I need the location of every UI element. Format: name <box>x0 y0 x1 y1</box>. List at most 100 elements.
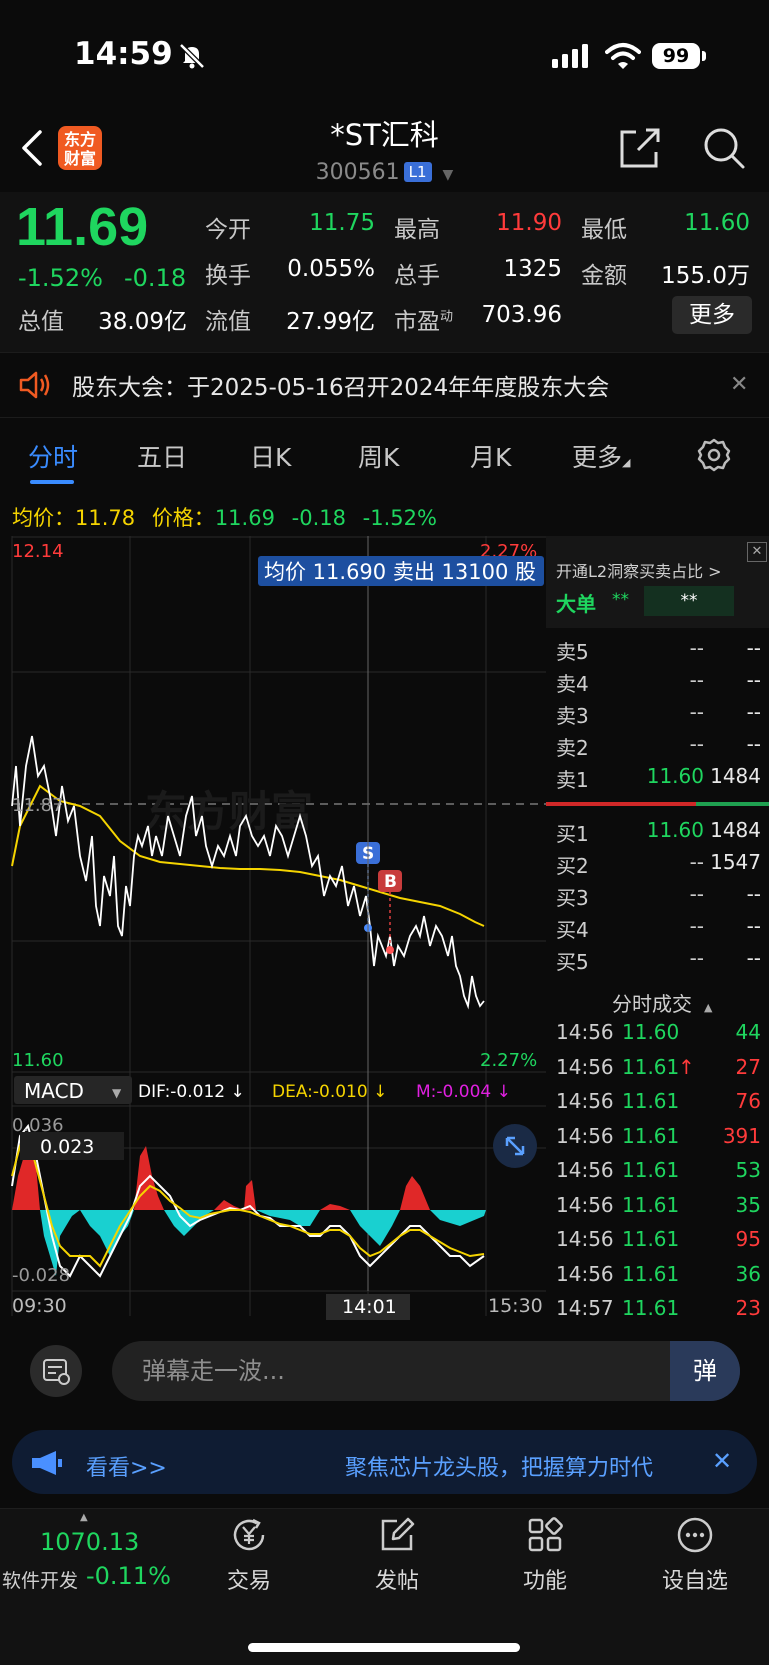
trade-time: 14:56 <box>556 1020 614 1044</box>
big-order-value-1: ** <box>612 590 629 610</box>
quote-value-open: 11.75 <box>309 210 375 236</box>
speaker-icon <box>19 371 50 399</box>
quote-label-volume: 总手 <box>394 263 440 289</box>
y-bottom-pct: 2.27% <box>480 1050 537 1071</box>
dropdown-arrow-icon: ▼ <box>112 1086 122 1100</box>
chevron-down-icon: ▼ <box>442 167 454 183</box>
trade-time: 14:56 <box>556 1261 614 1286</box>
trade-volume: 35 <box>735 1192 761 1217</box>
tab-more[interactable]: 更多◢ <box>572 438 630 474</box>
trade-time: 14:56 <box>556 1227 614 1251</box>
quote-label-turnover: 换手 <box>205 263 251 289</box>
home-indicator <box>248 1643 520 1652</box>
settings-gear-icon[interactable] <box>697 438 731 472</box>
trade-time: 14:56 <box>556 1089 614 1113</box>
stock-code: 300561 <box>315 160 400 185</box>
trades-title[interactable]: 分时成交 ▲ <box>612 988 712 1017</box>
tab-weekly-k[interactable]: 周K <box>358 438 399 474</box>
intraday-chart[interactable]: 东方财富 S B 12.14 2.27% 11.87 11.60 2.27% 均… <box>0 536 546 1320</box>
trade-price: 11.61 <box>622 1158 680 1182</box>
quote-value-pe: 703.96 <box>481 302 562 328</box>
dropdown-corner-icon: ◢ <box>622 456 631 469</box>
change-percent: -1.52% <box>18 264 103 292</box>
danmaku-settings-icon <box>43 1359 70 1385</box>
quote-label-low: 最低 <box>581 217 627 243</box>
l2-promo-text[interactable]: 开通L2洞察买卖占比 > <box>556 558 722 582</box>
tab-five-day[interactable]: 五日 <box>137 438 187 474</box>
quote-label-market-cap: 总值 <box>18 309 64 335</box>
trade-time: 14:56 <box>556 1054 614 1079</box>
sector-index-value[interactable]: 1070.13 <box>40 1528 139 1556</box>
trade-time: 14:57 <box>556 1296 614 1320</box>
macd-dif: DIF:-0.012 ↓ <box>138 1082 245 1102</box>
nav-trade[interactable]: 交易 <box>194 1515 304 1595</box>
quote-label-open: 今开 <box>205 217 251 243</box>
ad-link-text[interactable]: 看看>> <box>86 1450 167 1482</box>
trade-volume: 95 <box>735 1227 761 1251</box>
trade-price: 11.61 <box>622 1089 680 1113</box>
change-amount: -0.18 <box>124 264 187 292</box>
quote-value-amount: 155.0万 <box>661 263 750 289</box>
caret-up-icon: ▲ <box>704 1001 713 1014</box>
tab-intraday[interactable]: 分时 <box>28 438 78 474</box>
quote-value-turnover: 0.055% <box>287 256 375 282</box>
cellular-signal-icon <box>552 44 588 68</box>
trade-volume: 391 <box>722 1123 761 1148</box>
time-end: 15:30 <box>488 1295 543 1317</box>
trade-tooltip: 均价 11.690 卖出 13100 股 <box>264 560 536 584</box>
trade-price: 11.61 <box>622 1296 680 1320</box>
trade-price: 11.61 <box>622 1227 680 1251</box>
nav-functions[interactable]: 功能 <box>490 1515 600 1595</box>
share-icon[interactable] <box>618 126 662 170</box>
price-line <box>11 735 485 1010</box>
wifi-icon <box>605 43 641 69</box>
quote-value-volume: 1325 <box>503 256 562 282</box>
quote-value-high: 11.90 <box>496 210 562 236</box>
bid-ratio-bar <box>696 802 769 806</box>
macd-bottom-label: -0.028 <box>12 1265 70 1286</box>
quote-value-low: 11.60 <box>684 210 750 236</box>
level-badge: L1 <box>403 162 432 182</box>
more-dots-icon <box>677 1517 713 1553</box>
danmaku-settings-button[interactable] <box>30 1345 82 1397</box>
edit-icon <box>381 1517 415 1551</box>
nav-watchlist[interactable]: 设自选 <box>640 1515 750 1595</box>
quote-value-market-cap: 38.09亿 <box>98 309 187 335</box>
sector-index-name[interactable]: 软件开发 <box>2 1566 78 1593</box>
tab-daily-k[interactable]: 日K <box>250 438 291 474</box>
grid-apps-icon <box>528 1517 563 1552</box>
price-info-line: 均价：11.78 价格：11.69 -0.18 -1.52% <box>12 506 437 530</box>
trade-volume: 53 <box>735 1158 761 1182</box>
battery-indicator: 99 <box>652 43 700 69</box>
close-icon[interactable]: ✕ <box>712 1447 732 1475</box>
watermark: 东方财富 <box>145 787 313 836</box>
current-price: 11.69 <box>16 197 149 257</box>
caret-up-icon: ▲ <box>80 1512 88 1523</box>
yuan-exchange-icon <box>233 1518 265 1551</box>
trade-price: 11.61 <box>622 1054 680 1079</box>
trade-time: 14:56 <box>556 1158 614 1182</box>
trade-volume: 36 <box>735 1261 761 1286</box>
sector-index-pct[interactable]: -0.11% <box>86 1562 171 1590</box>
search-icon[interactable] <box>702 126 746 170</box>
nav-post[interactable]: 发帖 <box>342 1515 452 1595</box>
tab-monthly-k[interactable]: 月K <box>470 438 511 474</box>
danmaku-input[interactable]: 弹幕走一波... <box>112 1341 740 1401</box>
danmaku-send-button[interactable]: 弹 <box>670 1341 740 1401</box>
close-icon[interactable]: ✕ <box>747 542 767 562</box>
ask-ratio-bar <box>546 802 696 806</box>
y-mid-label: 11.87 <box>12 795 64 816</box>
close-icon[interactable]: ✕ <box>730 372 748 397</box>
trade-arrow: ↑ <box>678 1054 695 1079</box>
ad-text[interactable]: 聚焦芯片龙头股，把握算力时代 <box>345 1450 653 1482</box>
trade-time: 14:56 <box>556 1123 614 1148</box>
macd-label: MACD <box>24 1079 84 1103</box>
more-button[interactable]: 更多 <box>672 296 752 334</box>
battery-tip <box>702 51 706 61</box>
trade-volume: 44 <box>735 1020 761 1044</box>
trade-volume: 27 <box>735 1054 761 1079</box>
time-cursor: 14:01 <box>342 1296 397 1318</box>
quote-label-float-cap: 流值 <box>205 309 251 335</box>
macd-dea: DEA:-0.010 ↓ <box>272 1082 387 1102</box>
trade-volume: 76 <box>735 1089 761 1113</box>
